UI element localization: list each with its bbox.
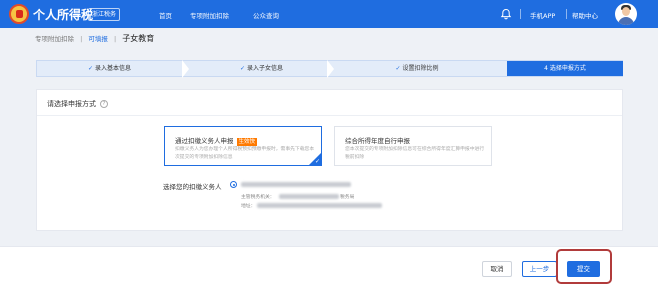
declare-method-card: 请选择申报方式? 通过扣缴义务人申报 生效快 扣缴义务人为您办理个人所得税预扣预缴… <box>36 89 623 231</box>
option-title-text: 通过扣缴义务人申报 <box>175 137 234 145</box>
breadcrumb-root[interactable]: 专项附加扣除 <box>35 35 74 43</box>
tax-authority-suffix: 税务局 <box>340 195 355 200</box>
topbar-divider <box>520 9 521 19</box>
agent-radio[interactable] <box>230 181 237 188</box>
option-withholding-agent[interactable]: 通过扣缴义务人申报 生效快 扣缴义务人为您办理个人所得税预扣预缴申报时，需事先下载… <box>164 126 322 166</box>
check-icon: ✓ <box>87 65 93 72</box>
bell-icon[interactable] <box>500 8 512 20</box>
step-2: ✓ 录入子女信息 <box>189 61 334 76</box>
nav-special-deduction[interactable]: 专项附加扣除 <box>190 10 229 20</box>
help-icon[interactable]: ? <box>100 100 108 108</box>
option-title: 通过扣缴义务人申报 生效快 <box>175 135 258 146</box>
nav-public-query[interactable]: 公众查询 <box>253 10 279 20</box>
tax-emblem-icon <box>9 4 29 24</box>
section-title-text: 请选择申报方式 <box>47 100 96 108</box>
step-label: 录入子女信息 <box>247 65 284 72</box>
redacted-agent-name <box>241 182 351 187</box>
breadcrumb-current: 子女教育 <box>122 34 155 43</box>
address-label: 地址： <box>241 204 256 209</box>
step-label: 录入基本信息 <box>95 65 132 72</box>
cancel-button[interactable]: 取消 <box>482 261 512 277</box>
step-3: ✓ 设置扣除比例 <box>334 61 500 76</box>
step-divider <box>182 60 189 78</box>
redacted-tax-authority <box>279 194 339 199</box>
check-icon: ✓ <box>395 65 401 72</box>
redacted-address <box>257 203 382 208</box>
option-title: 综合所得年度自行申报 <box>345 137 410 145</box>
breadcrumb: 专项附加扣除 | 可填报 | 子女教育 <box>35 33 154 44</box>
previous-step-button[interactable]: 上一步 <box>522 261 557 277</box>
option-description: 您本次提交的专项附加扣除信息可在综合所得年度汇算申报中进行税前扣除 <box>345 147 485 160</box>
app-title: 个人所得税 <box>33 8 94 22</box>
step-label: 设置扣除比例 <box>402 65 439 72</box>
help-center-link[interactable]: 帮助中心 <box>572 10 598 20</box>
agent-label: 选择您的扣缴义务人 <box>163 183 222 191</box>
nav-home[interactable]: 首页 <box>159 10 172 20</box>
option-description: 扣缴义务人为您办理个人所得税预扣预缴申报时，需事先下载您本次提交的专项附加扣除信… <box>175 147 315 160</box>
topbar-divider <box>566 9 567 19</box>
check-icon: ✓ <box>314 158 320 165</box>
avatar[interactable] <box>615 3 637 25</box>
divider <box>37 115 622 116</box>
submit-highlight-box <box>556 249 612 284</box>
breadcrumb-separator: | <box>113 35 117 43</box>
step-divider <box>327 60 334 78</box>
check-icon: ✓ <box>239 65 245 72</box>
breadcrumb-parent[interactable]: 可填报 <box>88 35 108 43</box>
region-tag: 浙江税务 <box>88 8 121 21</box>
option-self-annual-declare[interactable]: 综合所得年度自行申报 您本次提交的专项附加扣除信息可在综合所得年度汇算申报中进行… <box>334 126 492 166</box>
progress-stepper: ✓ 录入基本信息 ✓ 录入子女信息 ✓ 设置扣除比例 4 选择申报方式 <box>36 60 623 78</box>
top-navbar: 个人所得税 浙江税务 首页 专项附加扣除 公众查询 手机APP 帮助中心 <box>0 0 658 28</box>
avatar-head <box>622 7 630 16</box>
mobile-app-link[interactable]: 手机APP <box>530 10 555 20</box>
step-1: ✓ 录入基本信息 <box>37 61 182 76</box>
fast-effect-badge: 生效快 <box>236 138 258 146</box>
tax-authority-label: 主管税务机关： <box>241 195 275 200</box>
section-title: 请选择申报方式? <box>47 99 108 109</box>
breadcrumb-separator: | <box>80 35 83 43</box>
step-4-active: 4 选择申报方式 <box>507 61 623 76</box>
avatar-body <box>618 17 634 25</box>
